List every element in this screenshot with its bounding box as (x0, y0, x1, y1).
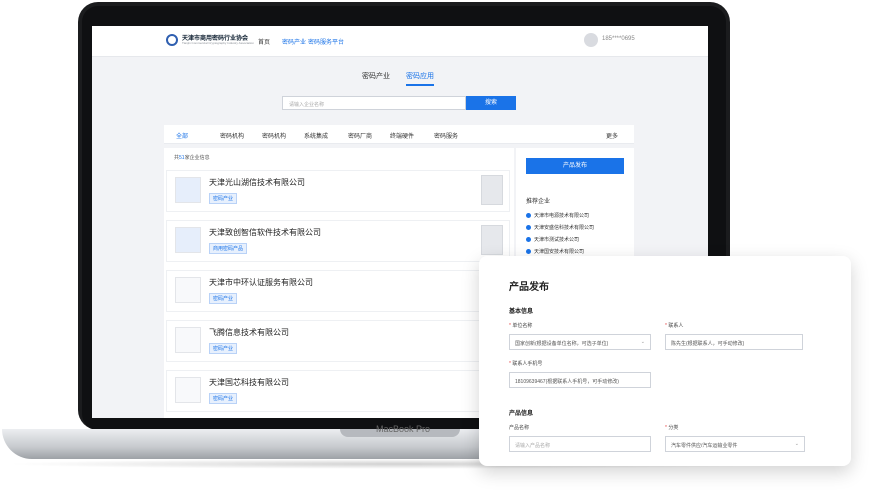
company-logo (175, 377, 201, 403)
company-tag: 密码产业 (209, 293, 238, 304)
recommended-item[interactable]: 天津安盛信科技术有限公司 (526, 224, 594, 231)
company-logo (175, 327, 201, 353)
publish-product-button[interactable]: 产品发布 (526, 158, 624, 174)
filter-item[interactable]: 密码服务 (434, 131, 458, 140)
filter-more[interactable]: 更多 (606, 131, 618, 140)
phone-label: * 联系人手机号 (509, 361, 543, 367)
company-card[interactable]: 天津致创智信软件技术有限公司 商用密码产品 (166, 220, 510, 262)
phone-field[interactable]: 18109639467(根据联系人手机号，可手动修改) (509, 372, 651, 388)
total-count: 共51家企业信息 (174, 155, 210, 161)
category-label: * 分类 (665, 425, 679, 431)
company-logo (175, 177, 201, 203)
company-card[interactable]: 飞腾信息技术有限公司 密码产业 (166, 320, 510, 362)
filter-all[interactable]: 全部 (176, 131, 188, 140)
company-card[interactable]: 天津光山湖信技术有限公司 密码产业 (166, 170, 510, 212)
product-name-label: 产品名称 (509, 425, 530, 431)
avatar[interactable] (584, 33, 598, 47)
company-name[interactable]: 飞腾信息技术有限公司 (209, 327, 289, 338)
contact-field[interactable]: 陈先生(根据联系人，可手动修改) (665, 334, 803, 350)
product-name-input[interactable]: 请输入产品名称 (509, 436, 651, 452)
company-card[interactable]: 天津市中环认证服务有限公司 密码产业 (166, 270, 510, 312)
nav-industry[interactable]: 密码产业 (282, 37, 306, 46)
chevron-down-icon: ⌄ (640, 339, 645, 345)
company-name[interactable]: 天津光山湖信技术有限公司 (209, 177, 305, 188)
recommended-item[interactable]: 天津国安技术有限公司 (526, 248, 584, 255)
tab-industry[interactable]: 密码产业 (362, 71, 390, 81)
contact-label: * 联系人 (665, 323, 684, 329)
tab-application[interactable]: 密码应用 (406, 71, 434, 86)
nav-service-platform[interactable]: 密码服务平台 (308, 37, 344, 46)
user-phone: 185****0695 (602, 36, 635, 42)
filter-item[interactable]: 密码机构 (262, 131, 286, 140)
logo-icon (166, 34, 178, 46)
filter-item[interactable]: 终端硬件 (390, 131, 414, 140)
form-title: 产品发布 (509, 282, 549, 293)
company-tag: 密码产业 (209, 393, 238, 404)
logo-subtitle: Tianjin Commercial Cryptography Industry… (182, 41, 254, 45)
company-name[interactable]: 天津市中环认证服务有限公司 (209, 277, 313, 288)
company-tag: 密码产业 (209, 343, 238, 354)
filter-item[interactable]: 密码厂商 (348, 131, 372, 140)
filter-bar: 全部 密码机构 密码机构 系统集成 密码厂商 终端硬件 密码服务 更多 (164, 125, 634, 144)
nav-home[interactable]: 首页 (258, 37, 270, 46)
product-info-section: 产品信息 (509, 411, 534, 417)
product-image (481, 225, 503, 255)
filter-item[interactable]: 系统集成 (304, 131, 328, 140)
company-list: 共51家企业信息 天津光山湖信技术有限公司 密码产业 天津致创智信软件技术有限公… (164, 148, 514, 418)
laptop-brand: MacBook Pro (375, 424, 431, 434)
recommended-item[interactable]: 天津市测试技术公司 (526, 236, 579, 243)
basic-info-section: 基本信息 (509, 309, 534, 315)
recommended-item[interactable]: 天津市电源技术有限公司 (526, 212, 589, 219)
company-tag: 密码产业 (209, 193, 238, 204)
company-name[interactable]: 天津致创智信软件技术有限公司 (209, 227, 321, 238)
company-tag: 商用密码产品 (209, 243, 248, 254)
unit-label: * 单位名称 (509, 323, 533, 329)
category-select[interactable]: 汽车零件供应/汽车运输业零件 ⌄ (665, 436, 805, 452)
search-button[interactable]: 搜索 (466, 96, 516, 110)
company-name[interactable]: 天津国芯科技有限公司 (209, 377, 289, 388)
company-logo (175, 227, 201, 253)
product-image (481, 175, 503, 205)
company-logo (175, 277, 201, 303)
product-publish-form: 产品发布 基本信息 * 单位名称 国家创新(根据设备单位名称，可选子单位) ⌄ *… (479, 256, 851, 466)
chevron-down-icon: ⌄ (794, 441, 799, 447)
unit-select[interactable]: 国家创新(根据设备单位名称，可选子单位) ⌄ (509, 334, 651, 350)
filter-item[interactable]: 密码机构 (220, 131, 244, 140)
company-card[interactable]: 天津国芯科技有限公司 密码产业 (166, 370, 510, 412)
recommended-title: 推荐企业 (526, 199, 551, 205)
search-input[interactable]: 请输入企业名称 (282, 96, 466, 110)
top-bar: 天津市商用密码行业协会 Tianjin Commercial Cryptogra… (92, 26, 708, 57)
